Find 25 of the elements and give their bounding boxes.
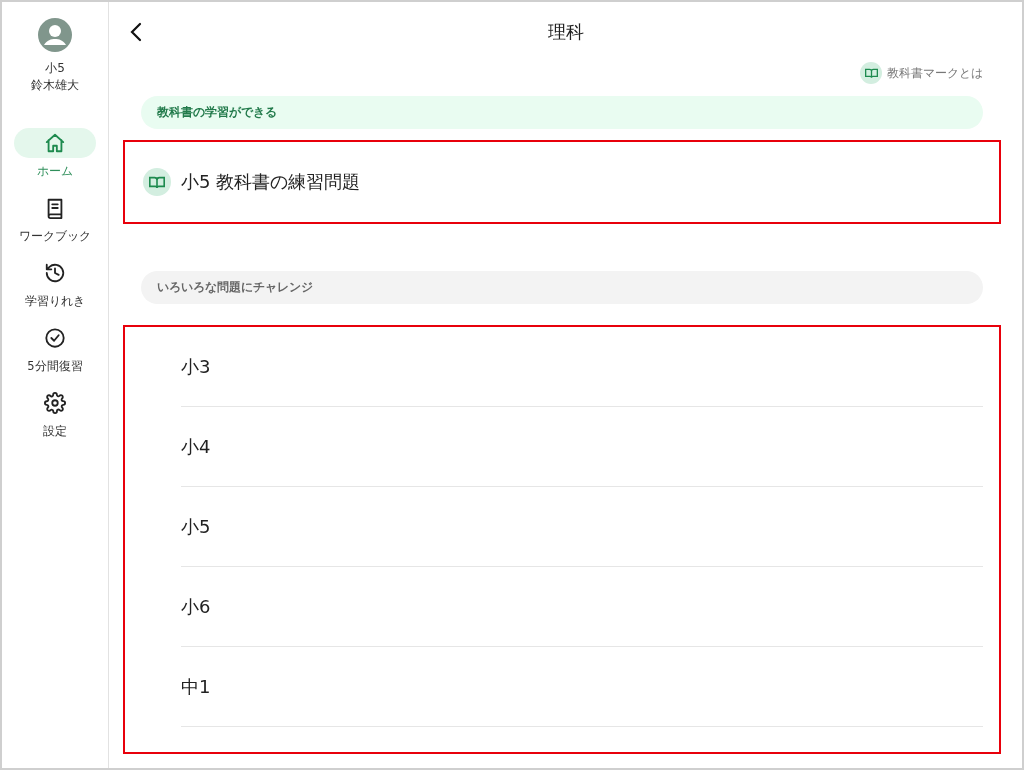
section-banner: 教科書の学習ができる [141, 96, 983, 129]
nav-label[interactable]: 設定 [43, 424, 67, 439]
page-title: 理科 [547, 20, 584, 44]
back-icon[interactable] [129, 22, 143, 42]
nav-label[interactable]: ワークブック [19, 229, 91, 244]
grade-item[interactable]: 小5 [181, 487, 983, 567]
user-name: 鈴木雄大 [31, 77, 79, 94]
book-icon [149, 175, 165, 189]
textbook-mark-link[interactable]: 教科書マークとは [860, 62, 983, 84]
nav-label[interactable]: 5分間復習 [27, 359, 83, 374]
history-icon [44, 262, 66, 284]
grade-item[interactable]: 小4 [181, 407, 983, 487]
grade-item[interactable]: 中1 [181, 647, 983, 727]
nav-label[interactable]: ホーム [37, 164, 73, 179]
nav-label[interactable]: 学習りれき [25, 294, 85, 309]
check-circle-icon [44, 327, 66, 349]
section-banner: いろいろな問題にチャレンジ [141, 271, 983, 304]
grade-item[interactable]: 小6 [181, 567, 983, 647]
book-icon [864, 67, 878, 79]
settings-icon [44, 392, 66, 414]
textbook-item[interactable]: 小5 教科書の練習問題 [125, 142, 999, 222]
user-grade: 小5 [45, 60, 65, 77]
home-icon [44, 132, 66, 154]
grade-item[interactable]: 小3 [181, 327, 983, 407]
avatar-icon[interactable] [38, 18, 72, 52]
